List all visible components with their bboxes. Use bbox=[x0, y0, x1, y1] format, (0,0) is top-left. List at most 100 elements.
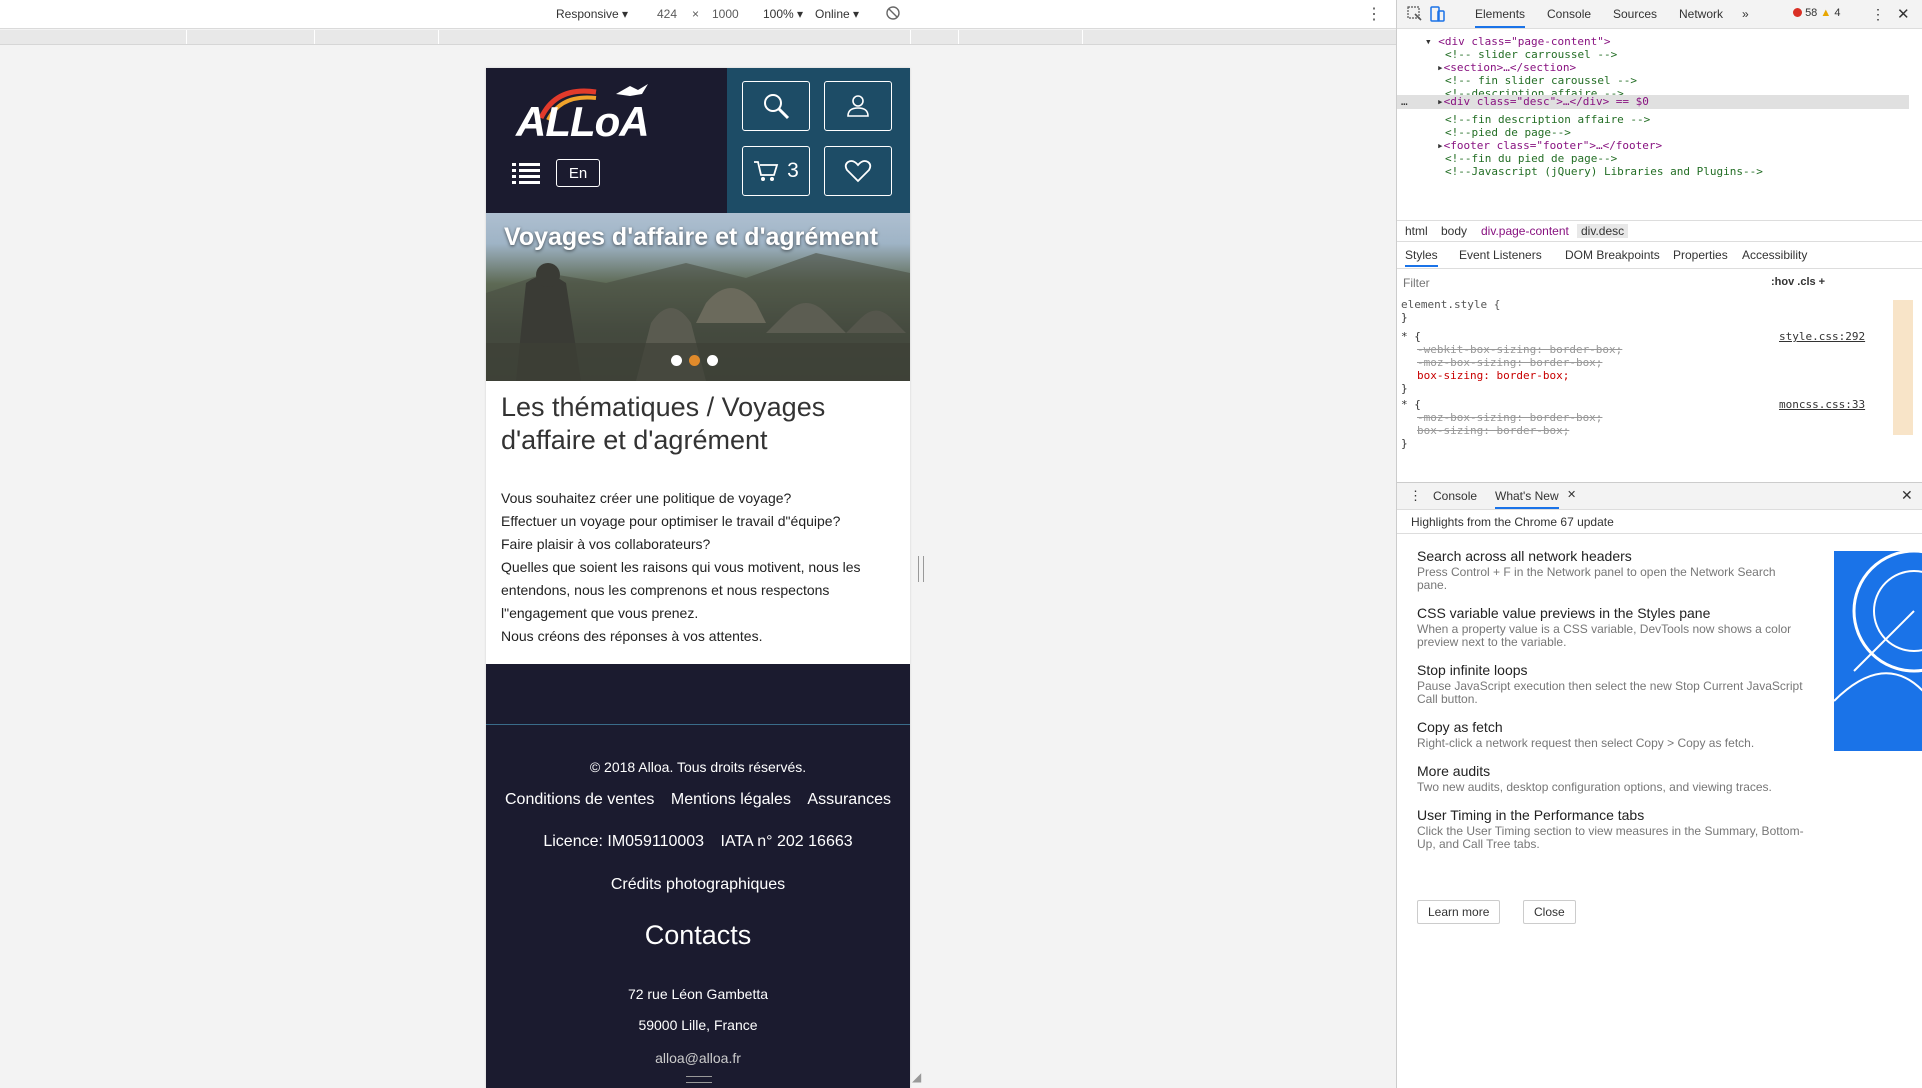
zoom-select[interactable]: 100% ▾ bbox=[763, 7, 803, 21]
warning-icon: ▲ bbox=[1820, 7, 1832, 19]
dom-tree: ▾ <div class="page-content"> <!-- slider… bbox=[1397, 28, 1917, 218]
carousel-dot-active[interactable] bbox=[689, 355, 700, 366]
width-input[interactable]: 424 bbox=[657, 7, 677, 21]
resize-handle-bottom[interactable] bbox=[686, 1076, 712, 1083]
language-button[interactable]: En bbox=[556, 159, 600, 187]
crumb-body[interactable]: body bbox=[1441, 224, 1467, 238]
cart-button[interactable]: 3 bbox=[742, 146, 810, 196]
logo-area: ALLoA En bbox=[486, 68, 727, 213]
tab-dom-breakpoints[interactable]: DOM Breakpoints bbox=[1565, 248, 1660, 262]
dom-comment[interactable]: <!-- slider carroussel --> bbox=[1445, 48, 1617, 61]
site-footer: © 2018 Alloa. Tous droits réservés. Cond… bbox=[486, 664, 910, 1088]
wishlist-button[interactable] bbox=[824, 146, 892, 196]
tab-network[interactable]: Network bbox=[1679, 7, 1723, 21]
whats-new-item[interactable]: User Timing in the Performance tabs Click… bbox=[1417, 807, 1807, 851]
crumb-page-content[interactable]: div.page-content bbox=[1481, 224, 1569, 238]
dom-comment[interactable]: <!--fin du pied de page--> bbox=[1445, 152, 1617, 165]
close-tab-icon[interactable]: ✕ bbox=[1567, 488, 1576, 501]
dom-comment[interactable]: <!--fin description affaire --> bbox=[1445, 113, 1650, 126]
more-tabs-icon[interactable]: » bbox=[1742, 7, 1749, 21]
media-query-ruler[interactable] bbox=[0, 30, 1396, 45]
whats-new-header: Highlights from the Chrome 67 update bbox=[1397, 509, 1922, 534]
desc-line: l"engagement que vous prenez. bbox=[501, 605, 699, 621]
dom-node[interactable]: ▸<section>…</section> bbox=[1437, 61, 1576, 74]
dom-comment[interactable]: <!-- fin slider caroussel --> bbox=[1445, 74, 1637, 87]
rotate-icon[interactable] bbox=[885, 5, 901, 24]
selected-dom-node[interactable]: … ▸<div class="desc">…</div> == $0 bbox=[1397, 95, 1909, 109]
inspect-element-icon[interactable] bbox=[1407, 6, 1423, 25]
account-button[interactable] bbox=[824, 81, 892, 131]
site-logo[interactable]: ALLoA bbox=[516, 98, 650, 146]
whats-new-item[interactable]: Stop infinite loops Pause JavaScript exec… bbox=[1417, 662, 1807, 706]
tab-sources[interactable]: Sources bbox=[1613, 7, 1657, 21]
device-viewport: ALLoA En 3 Voyages d'affaire et d'agréme… bbox=[486, 68, 910, 1088]
dom-node[interactable]: ▸<footer class="footer">…</footer> bbox=[1437, 139, 1662, 152]
tab-properties[interactable]: Properties bbox=[1673, 248, 1728, 262]
drawer-tab-console[interactable]: Console bbox=[1433, 489, 1477, 503]
footer-link-credits[interactable]: Crédits photographiques bbox=[486, 876, 910, 894]
element-style-rule[interactable]: element.style { bbox=[1401, 298, 1500, 311]
drawer-tab-whats-new[interactable]: What's New bbox=[1495, 489, 1559, 509]
footer-link-assurances[interactable]: Assurances bbox=[807, 791, 891, 808]
rule-source-link[interactable]: style.css:292 bbox=[1779, 330, 1865, 343]
address-line: 59000 Lille, France bbox=[638, 1017, 758, 1033]
device-select[interactable]: Responsive ▾ bbox=[556, 7, 628, 21]
warning-count: 4 bbox=[1834, 7, 1841, 19]
tab-console[interactable]: Console bbox=[1547, 7, 1591, 21]
crumb-desc[interactable]: div.desc bbox=[1577, 224, 1629, 238]
dom-comment[interactable]: <!--pied de page--> bbox=[1445, 126, 1571, 139]
drawer-menu-icon[interactable]: ⋮ bbox=[1409, 488, 1422, 504]
desc-line: Vous souhaitez créer une politique de vo… bbox=[501, 490, 792, 506]
rule-selector[interactable]: * { bbox=[1401, 398, 1421, 411]
tab-event-listeners[interactable]: Event Listeners bbox=[1459, 248, 1542, 262]
menu-list-icon[interactable] bbox=[512, 162, 540, 184]
styles-filter-tools[interactable]: :hov .cls + bbox=[1771, 276, 1825, 288]
error-warning-counter[interactable]: 58 ▲ 4 bbox=[1793, 7, 1840, 19]
carousel-dot[interactable] bbox=[707, 355, 718, 366]
network-select[interactable]: Online ▾ bbox=[815, 7, 859, 21]
crumb-html[interactable]: html bbox=[1405, 224, 1428, 238]
resize-handle-right[interactable] bbox=[918, 556, 924, 582]
rule-selector[interactable]: * { bbox=[1401, 330, 1421, 343]
resize-corner-icon[interactable]: ◢ bbox=[912, 1070, 921, 1084]
page-title: Les thématiques / Voyages d'affaire et d… bbox=[501, 392, 826, 455]
dom-node[interactable]: ▾ <div class="page-content"> bbox=[1425, 35, 1610, 48]
whats-new-item[interactable]: CSS variable value previews in the Style… bbox=[1417, 605, 1807, 649]
search-icon bbox=[764, 94, 790, 120]
hero-banner: Voyages d'affaire et d'agrément bbox=[486, 213, 910, 381]
devtools-menu-icon[interactable]: ⋮ bbox=[1871, 6, 1885, 23]
tab-elements[interactable]: Elements bbox=[1475, 7, 1526, 28]
footer-link-conditions[interactable]: Conditions de ventes bbox=[505, 791, 654, 808]
more-options-icon[interactable]: ⋮ bbox=[1366, 4, 1382, 24]
style-property[interactable]: box-sizing: border-box; bbox=[1417, 424, 1569, 437]
footer-links: Conditions de ventes Mentions légales As… bbox=[486, 791, 910, 809]
carousel-dot[interactable] bbox=[671, 355, 682, 366]
computed-sidebar[interactable] bbox=[1893, 300, 1913, 435]
page-content: Les thématiques / Voyages d'affaire et d… bbox=[486, 381, 910, 648]
close-devtools-icon[interactable]: ✕ bbox=[1897, 5, 1910, 23]
search-button[interactable] bbox=[742, 81, 810, 131]
style-property[interactable]: box-sizing: border-box; bbox=[1417, 369, 1569, 382]
error-icon bbox=[1793, 8, 1802, 17]
close-drawer-icon[interactable]: ✕ bbox=[1901, 487, 1913, 504]
whats-new-item[interactable]: Copy as fetch Right-click a network reque… bbox=[1417, 719, 1807, 750]
device-toggle-icon[interactable] bbox=[1429, 6, 1445, 25]
styles-filter-input[interactable] bbox=[1401, 273, 1765, 293]
rule-close: } bbox=[1401, 311, 1408, 324]
dom-comment[interactable]: <!--Javascript (jQuery) Libraries and Pl… bbox=[1445, 165, 1763, 178]
close-button[interactable]: Close bbox=[1523, 900, 1576, 924]
tab-accessibility[interactable]: Accessibility bbox=[1742, 248, 1807, 262]
height-input[interactable]: 1000 bbox=[712, 7, 739, 21]
rule-source-link[interactable]: moncss.css:33 bbox=[1779, 398, 1865, 411]
learn-more-button[interactable]: Learn more bbox=[1417, 900, 1501, 924]
style-property[interactable]: -webkit-box-sizing: border-box; bbox=[1417, 343, 1622, 356]
style-property[interactable]: -moz-box-sizing: border-box; bbox=[1417, 356, 1602, 369]
tab-styles[interactable]: Styles bbox=[1405, 248, 1438, 267]
desc-line: entendons, nous les comprenons et nous r… bbox=[501, 582, 830, 598]
copyright: © 2018 Alloa. Tous droits réservés. bbox=[589, 759, 807, 775]
whats-new-item[interactable]: More audits Two new audits, desktop confi… bbox=[1417, 763, 1807, 794]
style-property[interactable]: -moz-box-sizing: border-box; bbox=[1417, 411, 1602, 424]
email-link[interactable]: alloa@alloa.fr bbox=[486, 1050, 910, 1066]
footer-link-mentions[interactable]: Mentions légales bbox=[671, 791, 791, 808]
whats-new-item[interactable]: Search across all network headers Press C… bbox=[1417, 548, 1807, 592]
